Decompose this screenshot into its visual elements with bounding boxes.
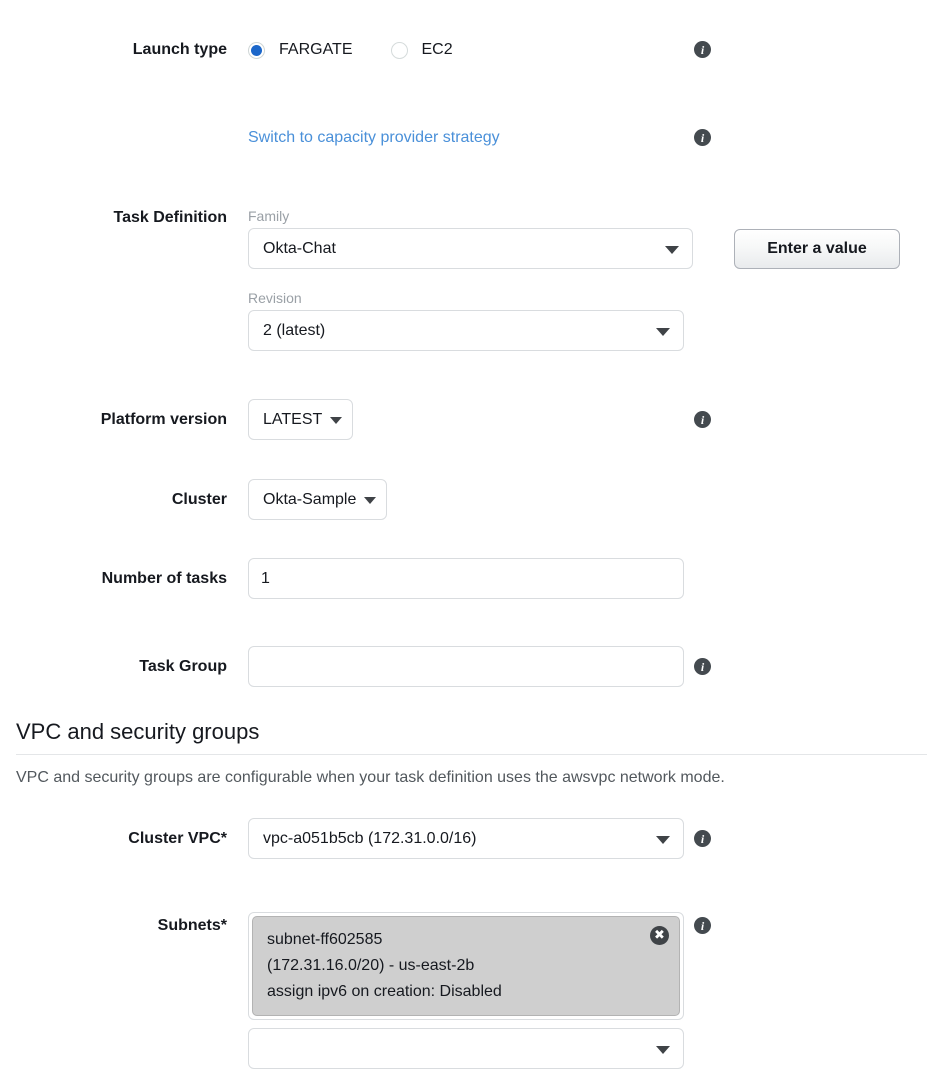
launch-type-label: Launch type — [132, 41, 227, 58]
cluster-vpc-select[interactable]: vpc-a051b5cb (172.31.0.0/16) — [248, 818, 684, 859]
task-group-field — [248, 646, 684, 687]
task-group-info-icon[interactable]: i — [694, 658, 711, 675]
chevron-down-icon — [656, 327, 670, 336]
cluster-vpc-field: vpc-a051b5cb (172.31.0.0/16) — [248, 818, 684, 859]
family-sub-label: Family — [248, 208, 290, 224]
launch-type-options: FARGATE EC2 — [248, 40, 453, 60]
subnets-row: Subnets* subnet-ff602585 (172.31.16.0/20… — [0, 912, 684, 1069]
enter-a-value-button[interactable]: Enter a value — [734, 229, 900, 269]
cluster-vpc-info-icon[interactable]: i — [694, 830, 711, 847]
radio-ec2[interactable] — [390, 41, 408, 59]
platform-version-field: LATEST — [248, 399, 354, 440]
task-definition-family-field: Family Okta-Chat — [248, 208, 693, 269]
family-select[interactable]: Okta-Chat — [248, 228, 693, 269]
cluster-vpc-value: vpc-a051b5cb (172.31.0.0/16) — [263, 829, 477, 847]
cluster-row: Cluster Okta-Sample — [0, 479, 388, 520]
chevron-down-icon — [330, 416, 343, 424]
subnet-token-cidr-az: (172.31.16.0/20) - us-east-2b — [267, 957, 475, 974]
subnet-token-ipv6: assign ipv6 on creation: Disabled — [267, 983, 502, 1000]
number-of-tasks-input[interactable]: 1 — [248, 558, 684, 599]
cluster-vpc-label: Cluster VPC* — [128, 830, 227, 847]
task-definition-label: Task Definition — [113, 209, 228, 226]
subnets-field: subnet-ff602585 (172.31.16.0/20) - us-ea… — [248, 912, 684, 1069]
subnets-token-box[interactable]: subnet-ff602585 (172.31.16.0/20) - us-ea… — [248, 912, 684, 1020]
cluster-label: Cluster — [171, 491, 227, 508]
task-definition-revision-field: Revision 2 (latest) — [248, 290, 684, 351]
revision-select-value: 2 (latest) — [263, 321, 326, 339]
vpc-section-title: VPC and security groups — [16, 719, 260, 744]
revision-select[interactable]: 2 (latest) — [248, 310, 684, 351]
family-select-value: Okta-Chat — [263, 239, 336, 257]
chevron-down-icon — [665, 245, 679, 254]
capacity-provider-row: Switch to capacity provider strategy — [248, 128, 500, 148]
launch-type-radio-group: FARGATE EC2 — [248, 40, 453, 60]
section-divider — [16, 754, 927, 755]
switch-capacity-provider-link[interactable]: Switch to capacity provider strategy — [248, 129, 500, 146]
chevron-down-icon — [656, 835, 670, 844]
radio-fargate[interactable] — [248, 41, 265, 59]
vpc-section: VPC and security groups VPC and security… — [16, 718, 927, 789]
platform-version-row: Platform version LATEST — [0, 399, 354, 440]
chevron-down-icon — [364, 496, 377, 504]
subnets-info-icon[interactable]: i — [694, 917, 711, 934]
launch-type-info-icon[interactable]: i — [694, 41, 711, 58]
radio-ec2-label[interactable]: EC2 — [422, 40, 453, 60]
subnet-token: subnet-ff602585 (172.31.16.0/20) - us-ea… — [252, 916, 680, 1016]
vpc-section-description: VPC and security groups are configurable… — [16, 769, 725, 786]
cluster-vpc-row: Cluster VPC* vpc-a051b5cb (172.31.0.0/16… — [0, 818, 684, 859]
number-of-tasks-field: 1 — [248, 558, 684, 599]
task-group-input[interactable] — [248, 646, 684, 687]
cluster-select-value: Okta-Sample — [263, 490, 357, 508]
launch-type-row: Launch type FARGATE EC2 — [0, 40, 453, 60]
subnets-picker-select[interactable] — [248, 1028, 684, 1069]
number-of-tasks-row: Number of tasks 1 — [0, 558, 684, 599]
task-definition-row: Task Definition Family Okta-Chat — [0, 208, 693, 269]
platform-version-info-icon[interactable]: i — [694, 411, 711, 428]
task-group-row: Task Group — [0, 646, 684, 687]
task-group-label: Task Group — [139, 658, 227, 675]
chevron-down-icon — [656, 1045, 670, 1054]
platform-version-value: LATEST — [263, 410, 323, 428]
cluster-field: Okta-Sample — [248, 479, 388, 520]
capacity-provider-info-icon[interactable]: i — [694, 129, 711, 146]
subnet-token-id: subnet-ff602585 — [267, 931, 383, 948]
revision-sub-label: Revision — [248, 290, 302, 306]
radio-fargate-label[interactable]: FARGATE — [279, 40, 353, 60]
cluster-select[interactable]: Okta-Sample — [248, 479, 388, 520]
platform-version-label: Platform version — [100, 411, 227, 428]
subnets-label: Subnets* — [157, 917, 227, 934]
platform-version-select[interactable]: LATEST — [248, 399, 354, 440]
close-icon[interactable]: ✖ — [650, 926, 669, 945]
number-of-tasks-label: Number of tasks — [101, 570, 227, 587]
